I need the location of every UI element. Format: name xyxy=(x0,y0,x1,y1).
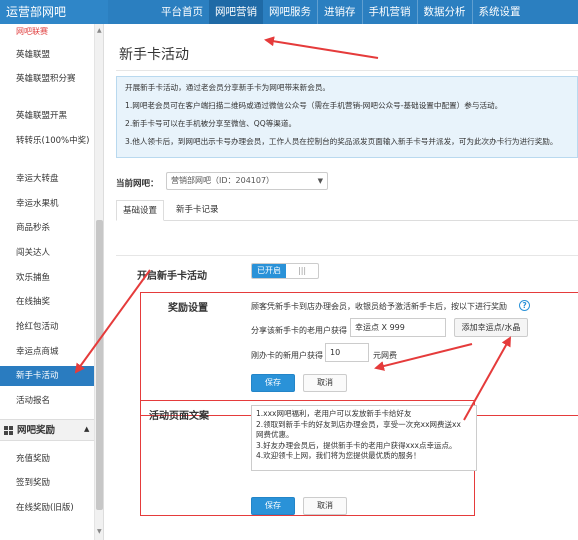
sidebar-item-fruit-machine[interactable]: 幸运水果机 xyxy=(0,198,94,210)
sidebar: 网吧联赛 英雄联盟 英雄联盟积分赛 英雄联盟开黑 转转乐(100%中奖) 幸运大… xyxy=(0,24,104,540)
reward-save-button[interactable]: 保存 xyxy=(251,374,295,392)
nav-item-netbar-service[interactable]: 网吧服务 xyxy=(263,0,317,24)
grid-icon xyxy=(4,426,13,435)
info-line: 1.网吧老会员可在客户端扫描二维码或通过微信公众号（需在手机营销-网吧公众号-基… xyxy=(125,101,503,110)
new-user-reward-label: 刚办卡的新用户获得 xyxy=(251,351,323,360)
sidebar-item-online-draw[interactable]: 在线抽奖 xyxy=(0,296,94,308)
new-user-reward-unit: 元网费 xyxy=(373,351,397,360)
sidebar-group-title: 网吧奖励 xyxy=(17,425,56,436)
title-divider xyxy=(116,70,578,71)
copy-line: 3.好友办理会员后，提供新手卡的老用户获得xxx点幸运点。 xyxy=(256,440,457,450)
sidebar-item-flash-sale[interactable]: 商品秒杀 xyxy=(0,222,94,234)
section-divider xyxy=(116,255,578,256)
page-title: 新手卡活动 xyxy=(119,47,189,63)
reward-settings-title: 奖励设置 xyxy=(168,303,208,314)
info-line: 3.他人领卡后，到网吧出示卡号办理会员，工作人员在控制台的奖品派发页面输入新手卡… xyxy=(125,137,558,146)
scroll-down-icon[interactable]: ▼ xyxy=(97,528,102,535)
tab-basic-settings[interactable]: 基础设置 xyxy=(116,200,165,221)
info-line: 2.新手卡号可以在手机被分享至微信、QQ等渠道。 xyxy=(125,119,297,128)
sidebar-item-checkin-reward[interactable]: 签到奖励 xyxy=(0,477,94,489)
main-nav: 平台首页 网吧营销 网吧服务 进销存 手机营销 数据分析 系统设置 xyxy=(155,0,527,24)
sidebar-item-online-reward[interactable]: 在线奖励(旧版) xyxy=(0,502,94,514)
sidebar-item-red-packet[interactable]: 抢红包活动 xyxy=(0,321,94,333)
toggle-on-state: 已开启 xyxy=(252,264,286,278)
sidebar-scrollbar[interactable]: ▲ ▼ xyxy=(94,24,103,540)
sidebar-item-level-master[interactable]: 闯关达人 xyxy=(0,247,94,259)
toggle-knob-icon: ||| xyxy=(298,266,307,275)
copy-save-button[interactable]: 保存 xyxy=(251,497,295,515)
current-netbar-value: 营销部网吧（ID：204107） xyxy=(171,176,275,185)
copy-cancel-button[interactable]: 取消 xyxy=(303,497,347,515)
reward-settings-box: 奖励设置 顾客凭新手卡到店办理会员，收银员给予激活新手卡后，按以下进行奖励 ? … xyxy=(140,292,578,416)
main-content: 新手卡活动 开展新手卡活动，通过老会员分享新手卡为网吧带来新会员。 1.网吧老会… xyxy=(104,24,578,540)
reward-description: 顾客凭新手卡到店办理会员，收银员给予激活新手卡后，按以下进行奖励 xyxy=(251,302,507,311)
sidebar-item-event-signup[interactable]: 活动报名 xyxy=(0,395,94,407)
nav-item-netbar-marketing[interactable]: 网吧营销 xyxy=(209,0,263,24)
referrer-reward-label: 分享该新手卡的老用户获得 xyxy=(251,326,347,335)
nav-item-inventory[interactable]: 进销存 xyxy=(317,0,362,24)
activity-copy-title: 活动页面文案 xyxy=(149,411,209,422)
referrer-reward-field[interactable]: 幸运点 X 999 xyxy=(350,318,446,337)
sidebar-item-lol[interactable]: 英雄联盟 xyxy=(0,49,94,61)
activity-copy-box: 活动页面文案 1.xxx网吧福利，老用户可以发放新手卡给好友 2.领取到新手卡的… xyxy=(140,400,477,516)
copy-line: 网费优惠。 xyxy=(256,430,294,439)
sidebar-item-spin-win[interactable]: 转转乐(100%中奖) xyxy=(0,135,94,147)
sidebar-item-recharge-reward[interactable]: 充值奖励 xyxy=(0,453,94,465)
help-icon[interactable]: ? xyxy=(519,300,530,311)
nav-item-data-analysis[interactable]: 数据分析 xyxy=(416,0,472,24)
copy-line: 1.xxx网吧福利，老用户可以发放新手卡给好友 xyxy=(256,409,412,418)
sidebar-group-netbar-rewards[interactable]: 网吧奖励 ▲ xyxy=(0,419,94,441)
nav-item-mobile-marketing[interactable]: 手机营销 xyxy=(361,0,417,24)
sidebar-item-lol-team[interactable]: 英雄联盟开黑 xyxy=(0,110,94,122)
sidebar-item-newbie-card[interactable]: 新手卡活动 xyxy=(0,366,94,386)
sidebar-item-fishing[interactable]: 欢乐捕鱼 xyxy=(0,272,94,284)
sidebar-item-league-cut[interactable]: 网吧联赛 xyxy=(16,26,48,37)
sidebar-item-lucky-wheel[interactable]: 幸运大转盘 xyxy=(0,173,94,185)
copy-line: 4.欢迎领卡上网，我们将为您提供最优质的服务！ xyxy=(256,451,421,460)
sidebar-item-lol-points[interactable]: 英雄联盟积分赛 xyxy=(0,73,94,85)
tab-bar: 基础设置 新手卡记录 xyxy=(116,200,578,221)
current-netbar-label: 当前网吧： xyxy=(116,179,159,189)
chevron-down-icon: ▼ xyxy=(317,177,323,185)
tab-newbie-card-records[interactable]: 新手卡记录 xyxy=(170,200,225,221)
new-user-reward-field[interactable]: 10 xyxy=(325,343,369,362)
activity-toggle-label: 开启新手卡活动 xyxy=(137,271,207,282)
current-netbar-select[interactable]: 营销部网吧（ID：204107） ▼ xyxy=(166,172,328,190)
reward-cancel-button[interactable]: 取消 xyxy=(303,374,347,392)
info-panel: 开展新手卡活动，通过老会员分享新手卡为网吧带来新会员。 1.网吧老会员可在客户端… xyxy=(116,76,578,158)
nav-item-home[interactable]: 平台首页 xyxy=(155,0,209,24)
scroll-up-icon[interactable]: ▲ xyxy=(97,27,102,34)
caret-up-icon: ▲ xyxy=(84,425,90,433)
info-line: 开展新手卡活动，通过老会员分享新手卡为网吧带来新会员。 xyxy=(125,83,331,92)
activity-copy-textarea[interactable]: 1.xxx网吧福利，老用户可以发放新手卡给好友 2.领取到新手卡的好友到店办理会… xyxy=(251,405,477,471)
add-lucky-points-button[interactable]: 添加幸运点/水晶 xyxy=(454,318,528,337)
top-navigation-bar: 运营部网吧 平台首页 网吧营销 网吧服务 进销存 手机营销 数据分析 系统设置 xyxy=(0,0,578,24)
sidebar-item-lucky-mall[interactable]: 幸运点商城 xyxy=(0,346,94,358)
nav-item-system-settings[interactable]: 系统设置 xyxy=(471,0,527,24)
scrollbar-thumb[interactable] xyxy=(96,220,103,510)
brand-title: 运营部网吧 xyxy=(0,0,108,24)
copy-line: 2.领取到新手卡的好友到店办理会员，享受一次充xx网费送xx xyxy=(256,419,461,429)
activity-toggle[interactable]: 已开启 ||| xyxy=(251,263,319,279)
